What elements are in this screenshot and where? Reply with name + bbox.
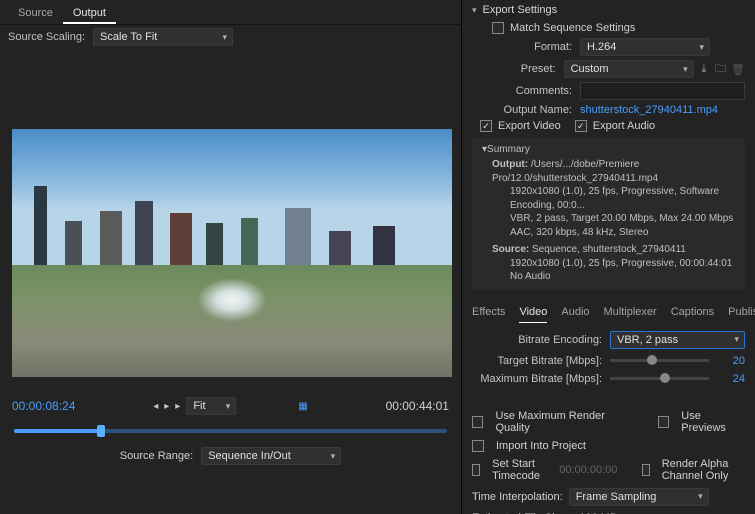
subtab-video[interactable]: Video [519,306,547,323]
preview-panel: Source Output Source Scaling: Scale To F… [0,0,462,514]
preview-image [12,129,452,377]
set-start-tc-checkbox[interactable] [472,464,480,476]
match-sequence-label: Match Sequence Settings [510,22,635,34]
preset-select[interactable]: Custom [564,60,694,78]
export-audio-label: Export Audio [593,120,655,132]
set-start-tc-label: Set Start Timecode [492,458,549,482]
source-scaling-select[interactable]: Scale To Fit [93,28,233,46]
use-max-render-checkbox[interactable] [472,416,483,428]
source-range-select[interactable]: Sequence In/Out [201,447,341,465]
summary-source-name: Sequence, shutterstock_27940411 [532,244,686,255]
time-interp-label: Time Interpolation: [472,491,563,503]
delete-preset-icon[interactable]: 🗑 [731,61,745,77]
save-preset-icon[interactable]: ⤓ [698,61,711,77]
export-subtabs: Effects Video Audio Multiplexer Captions… [462,300,755,323]
export-settings-title: Export Settings [483,4,558,16]
next-frame-icon[interactable]: ▸ [175,401,180,412]
subtab-audio[interactable]: Audio [561,306,589,323]
summary-output-res: 1920x1080 (1.0), 25 fps, Progressive, So… [482,185,735,212]
time-interp-select[interactable]: Frame Sampling [569,488,709,506]
duration-time: 00:00:44:01 [386,399,449,413]
comments-label: Comments: [492,85,572,97]
aspect-icon[interactable]: ▦ [298,401,307,412]
source-range-label: Source Range: [120,450,193,462]
play-icon[interactable]: ▸ [164,401,169,412]
summary-title: Summary [487,144,530,155]
render-alpha-label: Render Alpha Channel Only [662,458,745,482]
preview-area [0,49,461,387]
source-scaling-label: Source Scaling: [8,31,85,43]
subtab-effects[interactable]: Effects [472,306,505,323]
summary-output-audio: AAC, 320 kbps, 48 kHz, Stereo [482,226,735,240]
max-bitrate-value[interactable]: 24 [719,373,745,385]
timeline-slider[interactable] [14,429,447,433]
current-time[interactable]: 00:00:08:24 [12,399,75,413]
output-name-label: Output Name: [492,104,572,116]
chevron-down-icon: ▾ [472,5,477,16]
target-bitrate-label: Target Bitrate [Mbps]: [472,355,602,367]
start-tc-value: 00:00:00:00 [559,464,617,476]
tab-output[interactable]: Output [63,4,116,24]
summary-source-res: 1920x1080 (1.0), 25 fps, Progressive, 00… [482,257,735,271]
zoom-fit-select[interactable]: Fit [186,397,236,415]
export-settings-header[interactable]: ▾ Export Settings [462,0,755,20]
export-panel: ▾ Export Settings Match Sequence Setting… [462,0,755,514]
summary-output-label: Output: [492,159,528,170]
match-sequence-checkbox[interactable] [492,22,504,34]
output-name-link[interactable]: shutterstock_27940411.mp4 [580,104,718,116]
bottom-options: Use Maximum Render Quality Use Previews … [462,401,755,514]
prev-frame-icon[interactable]: ◂ [153,401,158,412]
bitrate-encoding-select[interactable]: VBR, 2 pass [610,331,745,349]
format-select[interactable]: H.264 [580,38,710,56]
preview-tabs: Source Output [0,0,461,25]
comments-input[interactable] [580,82,745,100]
summary-source-label: Source: [492,244,529,255]
max-bitrate-slider[interactable] [610,377,709,380]
target-bitrate-slider[interactable] [610,359,709,362]
use-previews-label: Use Previews [681,410,745,434]
summary-source-audio: No Audio [482,270,735,284]
target-bitrate-value[interactable]: 20 [719,355,745,367]
subtab-publish[interactable]: Publish [728,306,755,323]
import-preset-icon[interactable]: 🗀 [714,61,727,77]
subtab-captions[interactable]: Captions [671,306,714,323]
preset-label: Preset: [492,63,556,75]
use-previews-checkbox[interactable] [658,416,669,428]
import-project-checkbox[interactable] [472,440,484,452]
playhead-icon[interactable] [97,425,105,437]
import-project-label: Import Into Project [496,440,586,452]
summary-output-bitrate: VBR, 2 pass, Target 20.00 Mbps, Max 24.0… [482,212,735,226]
bitrate-encoding-label: Bitrate Encoding: [472,334,602,346]
use-max-render-label: Use Maximum Render Quality [495,410,634,434]
playback-controls: 00:00:08:24 ◂ ▸ ▸ Fit ▦ 00:00:44:01 Sour… [0,387,461,475]
export-video-label: Export Video [498,120,561,132]
source-scaling-row: Source Scaling: Scale To Fit [0,25,461,49]
subtab-multiplexer[interactable]: Multiplexer [604,306,657,323]
export-video-checkbox[interactable] [480,120,492,132]
tab-source[interactable]: Source [8,4,63,24]
max-bitrate-label: Maximum Bitrate [Mbps]: [472,373,602,385]
summary-block: ▾Summary Output: /Users/.../dobe/Premier… [472,138,745,290]
export-audio-checkbox[interactable] [575,120,587,132]
render-alpha-checkbox[interactable] [642,464,650,476]
format-label: Format: [492,41,572,53]
